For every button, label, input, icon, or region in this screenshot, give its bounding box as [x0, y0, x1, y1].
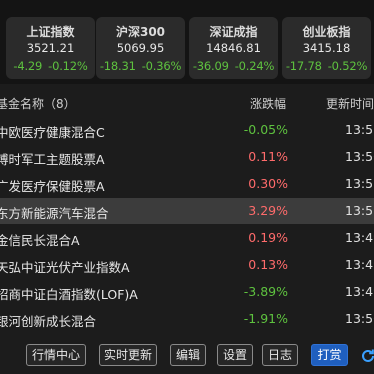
- header-change[interactable]: 涨跌幅: [250, 95, 286, 112]
- index-value: 3415.18: [302, 41, 351, 55]
- table-row-selected[interactable]: 东方新能源汽车混合 3.29% 13:51: [0, 198, 374, 224]
- fund-name: 银河创新成长混合: [0, 314, 97, 329]
- table-row[interactable]: 招商中证白酒指数(LOF)A -3.89% 13:49: [0, 279, 374, 305]
- index-strip: 上证指数 3521.21 -4.29 -0.12% 沪深300 5069.95 -…: [0, 0, 374, 84]
- table-row[interactable]: 金信民长混合A 0.19% 13:49: [0, 225, 374, 251]
- market-center-button[interactable]: 行情中心: [26, 344, 86, 366]
- index-name: 深证成指: [209, 25, 258, 39]
- fund-time: 13:49: [345, 284, 374, 299]
- fund-change: 3.29%: [248, 203, 288, 218]
- fund-time: 13:51: [345, 122, 374, 137]
- index-name: 上证指数: [26, 25, 75, 39]
- fund-name: 招商中证白酒指数(LOF)A: [0, 287, 138, 302]
- index-card-csi300[interactable]: 沪深300 5069.95 -18.31 -0.36%: [96, 17, 185, 79]
- fund-time: 13:49: [345, 230, 374, 245]
- index-change: -4.29 -0.12%: [13, 59, 88, 73]
- fund-time: 13:51: [345, 176, 374, 191]
- fund-change: 0.30%: [248, 176, 288, 191]
- index-value: 3521.21: [26, 41, 75, 55]
- refresh-icon[interactable]: [360, 348, 374, 364]
- table-row[interactable]: 银河创新成长混合 -1.91% 13:50: [0, 306, 374, 332]
- fund-name: 东方新能源汽车混合: [0, 206, 109, 221]
- header-fund-name[interactable]: 基金名称（8）: [0, 95, 76, 112]
- realtime-refresh-button[interactable]: 实时更新: [99, 344, 157, 366]
- log-button[interactable]: 日志: [262, 344, 298, 366]
- index-value: 14846.81: [206, 41, 261, 55]
- index-card-sse[interactable]: 上证指数 3521.21 -4.29 -0.12%: [6, 17, 95, 79]
- index-card-szse[interactable]: 深证成指 14846.81 -36.09 -0.24%: [189, 17, 278, 79]
- reward-button[interactable]: 打赏: [311, 344, 348, 366]
- fund-change: 0.13%: [248, 257, 288, 272]
- index-name: 沪深300: [115, 25, 166, 39]
- fund-name: 中欧医疗健康混合C: [0, 125, 105, 140]
- fund-name: 金信民长混合A: [0, 233, 80, 248]
- fund-change: -1.91%: [243, 311, 288, 326]
- fund-time: 13:49: [345, 257, 374, 272]
- index-name: 创业板指: [302, 25, 351, 39]
- table-row[interactable]: 中欧医疗健康混合C -0.05% 13:51: [0, 117, 374, 143]
- fund-change: -3.89%: [243, 284, 288, 299]
- edit-button[interactable]: 编辑: [170, 344, 206, 366]
- table-row[interactable]: 博时军工主题股票A 0.11% 13:50: [0, 144, 374, 170]
- fund-change: 0.19%: [248, 230, 288, 245]
- header-update-time[interactable]: 更新时间: [326, 95, 374, 112]
- index-change: -36.09 -0.24%: [192, 59, 275, 73]
- table-header: 基金名称（8） 涨跌幅 更新时间: [0, 92, 374, 114]
- toolbar: 行情中心 实时更新 编辑 设置 日志 打赏: [0, 340, 374, 374]
- table-row[interactable]: 天弘中证光伏产业指数A 0.13% 13:49: [0, 252, 374, 278]
- fund-change: 0.11%: [248, 149, 288, 164]
- fund-change: -0.05%: [243, 122, 288, 137]
- settings-button[interactable]: 设置: [217, 344, 253, 366]
- fund-time: 13:50: [345, 149, 374, 164]
- fund-time: 13:50: [345, 311, 374, 326]
- fund-time: 13:51: [345, 203, 374, 218]
- index-change: -17.78 -0.52%: [285, 59, 368, 73]
- index-change: -18.31 -0.36%: [99, 59, 182, 73]
- fund-name: 博时军工主题股票A: [0, 152, 105, 167]
- fund-name: 广发医疗保健股票A: [0, 179, 105, 194]
- index-value: 5069.95: [116, 41, 165, 55]
- index-card-chinext[interactable]: 创业板指 3415.18 -17.78 -0.52%: [282, 17, 371, 79]
- table-row[interactable]: 广发医疗保健股票A 0.30% 13:51: [0, 171, 374, 197]
- fund-name: 天弘中证光伏产业指数A: [0, 260, 130, 275]
